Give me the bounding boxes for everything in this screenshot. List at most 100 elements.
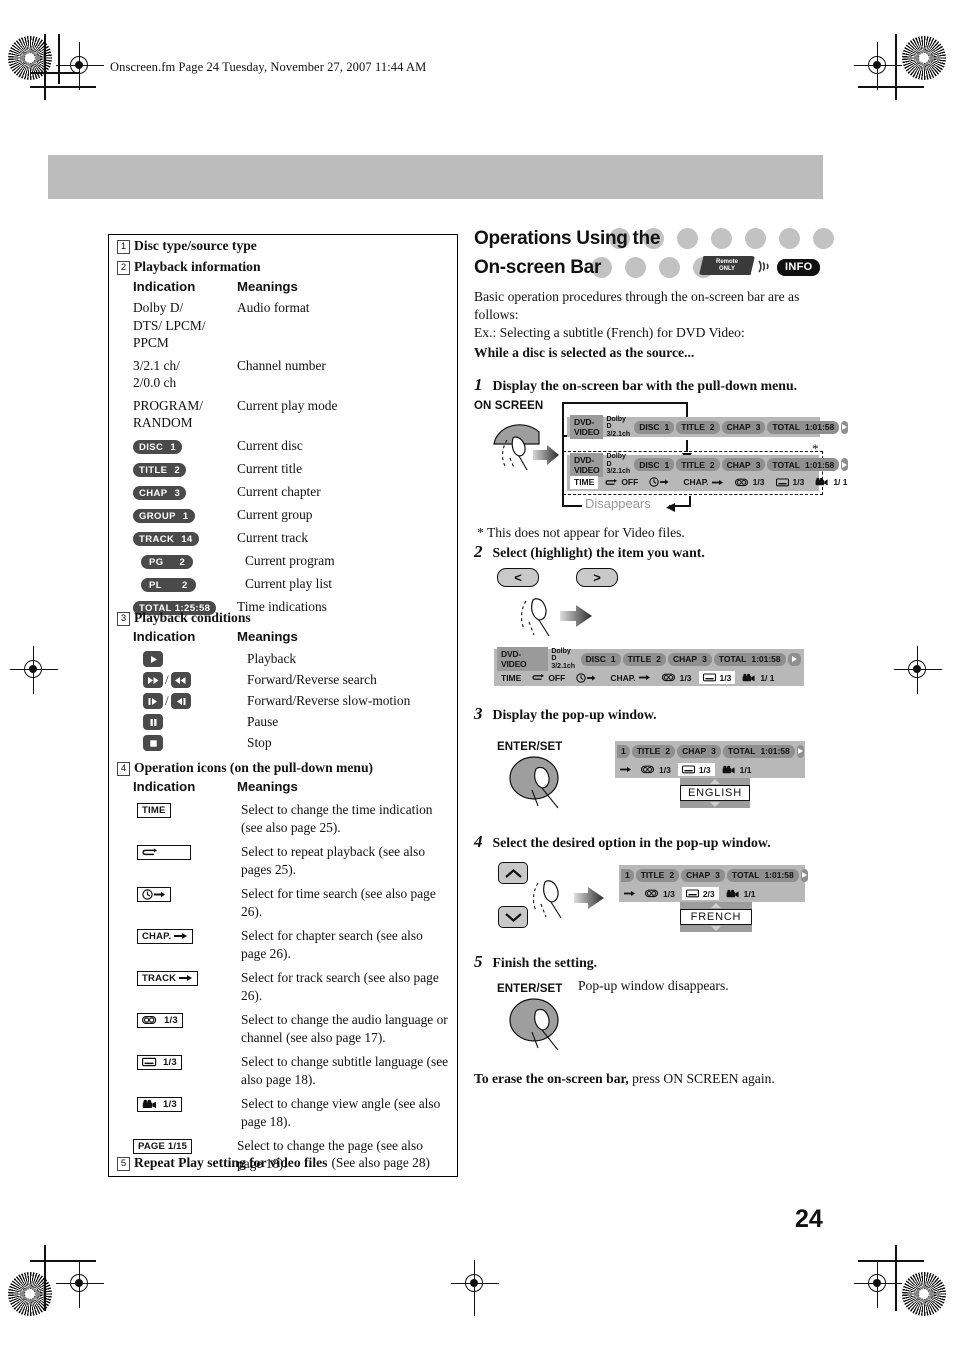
pulldown-view-angle-item[interactable]: 1/1	[722, 887, 760, 900]
cursor-right-button[interactable]: >	[576, 568, 618, 587]
pulldown-time-item[interactable]: TIME	[570, 475, 599, 489]
on-screen-button-graphic[interactable]	[489, 414, 561, 481]
osd-total-time-segment[interactable]: TOTAL 1:01:58	[726, 868, 799, 882]
section-title-suffix: (See also page 28)	[331, 1155, 430, 1170]
play-status-icon	[841, 420, 849, 434]
osd-disc-segment-partial[interactable]: 1	[621, 868, 634, 882]
indication-icon: TRACK	[133, 969, 241, 987]
pulldown-chapter-search-item[interactable]: CHAP.	[606, 671, 654, 684]
pulldown-audio-language-item[interactable]: 1/3	[637, 763, 675, 776]
meaning-text: Current play list	[245, 575, 333, 591]
pulldown-time-search-item[interactable]	[645, 476, 676, 489]
pulldown-audio-language-item[interactable]: 1/3	[658, 671, 696, 684]
table-row: Pause	[133, 713, 448, 731]
pulldown-view-angle-item[interactable]: 1/1	[718, 763, 756, 776]
step-text: Display the pop-up window.	[492, 707, 657, 722]
osd-disc-segment[interactable]: DISC 1	[634, 458, 675, 471]
source-type-label: DVD-VIDEO	[570, 452, 604, 477]
osd-title-segment[interactable]: TITLE 2	[622, 652, 666, 666]
step-text: Display the on-screen bar with the pull-…	[492, 378, 798, 393]
osd-chapter-segment[interactable]: CHAP 3	[677, 744, 721, 758]
pulldown-subtitle-item[interactable]: 1/3	[677, 763, 715, 776]
meaning-text: Pause	[247, 714, 279, 729]
playlist-badge: PL 2	[141, 578, 196, 592]
time-search-icon	[137, 886, 171, 902]
osd-chapter-segment[interactable]: CHAP 3	[681, 868, 725, 882]
signal-waves-icon	[755, 258, 773, 280]
section-4-heading: 4 Operation icons (on the pull-down menu…	[117, 759, 373, 777]
pulldown-audio-language-item[interactable]: 1/3	[731, 476, 769, 489]
meaning-text: Current disc	[237, 437, 303, 453]
indication-icon: 1/3	[133, 1011, 241, 1029]
title-decor-circle	[813, 228, 834, 249]
osd-chapter-segment[interactable]: CHAP 3	[721, 420, 766, 434]
cursor-left-button[interactable]: <	[497, 568, 539, 587]
osd-title-segment[interactable]: TITLE 2	[635, 868, 680, 882]
pulldown-subtitle-item[interactable]: 2/3	[681, 887, 719, 900]
indication-icon	[133, 713, 247, 731]
popup-scroll-up-step4[interactable]	[680, 902, 752, 909]
step-text: Select the desired option in the pop-up …	[492, 835, 771, 850]
pulldown-repeat-item[interactable]: OFF	[601, 476, 642, 489]
decorative-top-band	[48, 155, 823, 199]
popup-scroll-up-step3[interactable]	[680, 778, 750, 785]
registration-mark-bottom-right	[854, 1260, 902, 1308]
enter-set-knob-step3[interactable]	[508, 756, 592, 819]
step-2-heading: 2 Select (highlight) the item you want.	[474, 542, 705, 562]
pulldown-subtitle-item[interactable]: 1/3	[772, 476, 809, 489]
cursor-down-button[interactable]	[498, 906, 528, 928]
osd-total-time-segment[interactable]: TOTAL 1:01:58	[767, 458, 840, 471]
pulldown-repeat-item[interactable]: OFF	[528, 671, 569, 684]
info-badge: INFO	[777, 257, 821, 276]
osd-total-time-segment[interactable]: TOTAL 1:01:58	[722, 744, 795, 758]
indication-badge: TRACK 14	[133, 529, 237, 547]
osd-title-segment[interactable]: TITLE 2	[676, 420, 720, 434]
osd-bar-step3: 1 TITLE 2 CHAP 3 TOTAL 1:01:58 1/3 1/3 1…	[615, 741, 805, 778]
pulldown-time-item[interactable]: TIME	[497, 671, 525, 684]
step-text: Select (highlight) the item you want.	[492, 545, 705, 560]
flow-line	[562, 402, 564, 435]
meaning-text: Current program	[245, 552, 335, 568]
osd-total-time-segment[interactable]: TOTAL 1:01:58	[767, 420, 840, 434]
cursor-up-button[interactable]	[498, 862, 528, 884]
page-title-line2: On-screen Bar	[474, 257, 602, 278]
osd-disc-segment[interactable]: DISC 1	[580, 652, 621, 666]
popup-scroll-down-step4[interactable]	[680, 925, 752, 932]
meaning-text: Current track	[237, 529, 309, 545]
osd-chapter-segment[interactable]: CHAP 3	[721, 458, 766, 471]
osd-title-segment[interactable]: TITLE 2	[676, 458, 720, 471]
osd-bar-step2: DVD-VIDEO Dolby D 3/2.1ch DISC 1 TITLE 2 CH…	[494, 647, 804, 686]
meaning-text: Audio format	[237, 300, 310, 315]
popup-value-step3[interactable]: ENGLISH	[680, 785, 750, 801]
pulldown-chapter-search-item[interactable]: CHAP.	[679, 476, 727, 489]
osd-chapter-segment[interactable]: CHAP 3	[667, 652, 712, 666]
popup-scroll-down-step3[interactable]	[680, 801, 750, 808]
pulldown-view-angle-item[interactable]: 1/ 1	[811, 476, 851, 489]
meaning-text: Current chapter	[237, 483, 321, 499]
chapter-badge: CHAP 3	[133, 486, 187, 500]
remote-badge-line1: Remote	[715, 258, 738, 265]
title-decor-circle	[779, 228, 800, 249]
pulldown-view-angle-item[interactable]: 1/ 1	[738, 671, 778, 684]
page-number: 24	[795, 1205, 823, 1233]
pulldown-subtitle-item[interactable]: 1/3	[698, 671, 736, 684]
registration-mark-top-left	[56, 42, 104, 90]
pulldown-time-search-item[interactable]	[572, 671, 603, 684]
view-angle-icon: 1/3	[137, 1096, 182, 1112]
osd-title-segment[interactable]: TITLE 2	[631, 744, 676, 758]
popup-value-step4[interactable]: FRENCH	[680, 909, 752, 925]
table-row: TRACK Select for track search (see also …	[133, 969, 451, 1004]
section-title: Repeat Play setting for video files	[134, 1155, 328, 1170]
osd-disc-segment-partial[interactable]: 1	[617, 744, 630, 758]
enter-set-knob-step5[interactable]	[508, 998, 592, 1061]
indication-icon: /	[133, 671, 247, 689]
osd-disc-segment[interactable]: DISC 1	[634, 420, 675, 434]
section-number: 1	[117, 240, 130, 254]
pulldown-audio-language-item[interactable]: 1/3	[641, 887, 679, 900]
subtitle-language-icon	[702, 673, 717, 682]
audio-format-label: Dolby D 3/2.1ch	[606, 415, 631, 438]
table-row: 3/2.1 ch/ 2/0.0 ch Channel number	[133, 357, 448, 392]
section-number: 2	[117, 261, 130, 275]
table-row: Select to repeat playback (see also page…	[133, 843, 451, 878]
osd-total-time-segment[interactable]: TOTAL 1:01:58	[713, 652, 786, 666]
